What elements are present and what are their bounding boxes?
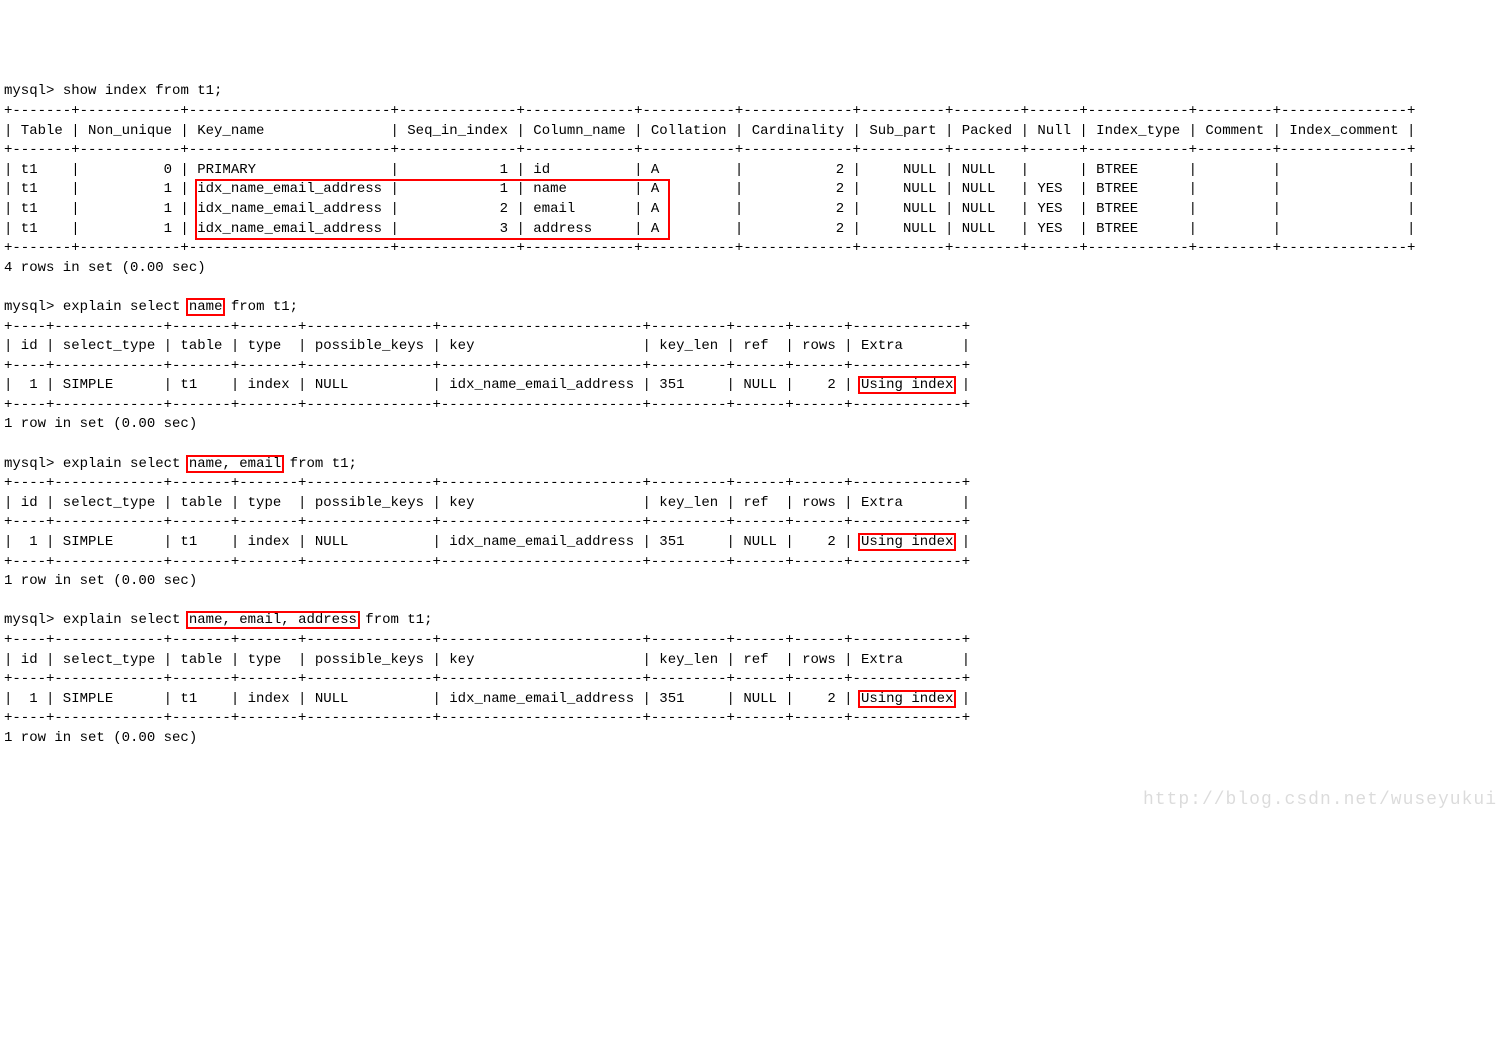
- sql-query-part: explain select: [63, 456, 189, 472]
- separator: +-------+------------+------------------…: [4, 240, 1415, 256]
- sql-highlight: name, email: [189, 456, 281, 472]
- table-row-part: | 1 | SIMPLE | t1 | index | NULL | idx_n…: [4, 691, 861, 707]
- separator: +-------+------------+------------------…: [4, 103, 1415, 119]
- table-row-part: |: [953, 377, 970, 393]
- separator: +----+-------------+-------+-------+----…: [4, 358, 970, 374]
- prompt: mysql>: [4, 612, 54, 628]
- prompt: mysql>: [4, 299, 54, 315]
- extra-highlight: Using index: [861, 691, 953, 707]
- separator: +----+-------------+-------+-------+----…: [4, 397, 970, 413]
- extra-highlight: Using index: [861, 377, 953, 393]
- table-row-part: |: [953, 534, 970, 550]
- table-header: | id | select_type | table | type | poss…: [4, 652, 970, 668]
- separator: +----+-------------+-------+-------+----…: [4, 671, 970, 687]
- table-row: | t1 | 1 | idx_name_email_address | 2 | …: [4, 201, 1415, 217]
- table-header: | id | select_type | table | type | poss…: [4, 495, 970, 511]
- sql-query-part: from t1;: [222, 299, 298, 315]
- table-header: | id | select_type | table | type | poss…: [4, 338, 970, 354]
- sql-highlight: name, email, address: [189, 612, 357, 628]
- separator: +-------+------------+------------------…: [4, 142, 1415, 158]
- sql-query-part: explain select: [63, 299, 189, 315]
- separator: +----+-------------+-------+-------+----…: [4, 319, 970, 335]
- result-info: 4 rows in set (0.00 sec): [4, 260, 206, 276]
- separator: +----+-------------+-------+-------+----…: [4, 475, 970, 491]
- table-row-part: | 1 | SIMPLE | t1 | index | NULL | idx_n…: [4, 377, 861, 393]
- separator: +----+-------------+-------+-------+----…: [4, 554, 970, 570]
- sql-query-part: from t1;: [281, 456, 357, 472]
- prompt: mysql>: [4, 456, 54, 472]
- table-header: | Table | Non_unique | Key_name | Seq_in…: [4, 123, 1415, 139]
- sql-query-part: explain select: [63, 612, 189, 628]
- extra-highlight: Using index: [861, 534, 953, 550]
- table-row: | t1 | 0 | PRIMARY | 1 | id | A | 2 | NU…: [4, 162, 1415, 178]
- table-row: | t1 | 1 | idx_name_email_address | 3 | …: [4, 221, 1415, 237]
- separator: +----+-------------+-------+-------+----…: [4, 710, 970, 726]
- sql-query-part: from t1;: [357, 612, 433, 628]
- result-info: 1 row in set (0.00 sec): [4, 573, 197, 589]
- result-info: 1 row in set (0.00 sec): [4, 730, 197, 746]
- table-row-part: | 1 | SIMPLE | t1 | index | NULL | idx_n…: [4, 534, 861, 550]
- sql-highlight: name: [189, 299, 223, 315]
- separator: +----+-------------+-------+-------+----…: [4, 514, 970, 530]
- terminal-output: mysql> show index from t1; +-------+----…: [4, 82, 1501, 905]
- table-row-part: |: [953, 691, 970, 707]
- result-info: 1 row in set (0.00 sec): [4, 416, 197, 432]
- sql-query: show index from t1;: [63, 83, 223, 99]
- separator: +----+-------------+-------+-------+----…: [4, 632, 970, 648]
- table-row: | t1 | 1 | idx_name_email_address | 1 | …: [4, 181, 1415, 197]
- prompt: mysql>: [4, 83, 54, 99]
